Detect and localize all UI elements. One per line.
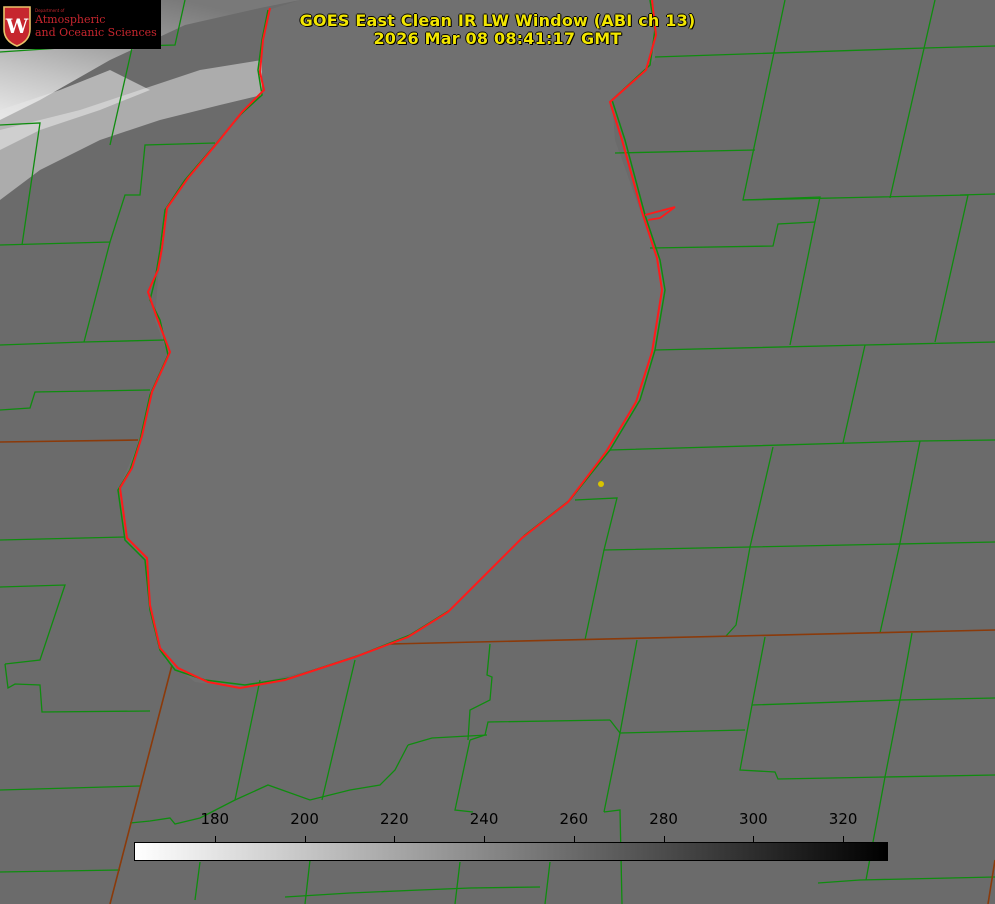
colorbar-tick-label: 300 bbox=[739, 810, 768, 828]
colorbar-tick-label: 180 bbox=[200, 810, 230, 828]
colorbar-tick-mark bbox=[573, 836, 575, 842]
colorbar-tick-label: 280 bbox=[649, 810, 678, 828]
colorbar-tick-mark bbox=[484, 836, 486, 842]
satellite-image-viewer: W Department of Atmospheric and Oceanic … bbox=[0, 0, 995, 904]
image-title: GOES East Clean IR LW Window (ABI ch 13) bbox=[299, 11, 696, 30]
colorbar-tick-label: 200 bbox=[290, 810, 319, 828]
colorbar-tick-label: 260 bbox=[559, 810, 589, 828]
colorbar-tick-mark bbox=[843, 836, 845, 842]
colorbar-tick-label: 240 bbox=[469, 810, 499, 828]
colorbar-tick-label: 320 bbox=[828, 810, 858, 828]
colorbar-tick-mark bbox=[663, 836, 665, 842]
colorbar-tick-mark bbox=[214, 836, 216, 842]
colorbar: 180 200 220 240 260 280 300 320 bbox=[134, 810, 888, 862]
colorbar-gradient bbox=[134, 842, 888, 861]
colorbar-tick-mark bbox=[753, 836, 755, 842]
satellite-map bbox=[0, 0, 995, 904]
colorbar-tick-mark bbox=[304, 836, 306, 842]
colorbar-tick-label: 220 bbox=[379, 810, 409, 828]
colorbar-tick-mark bbox=[394, 836, 396, 842]
image-timestamp: 2026 Mar 08 08:41:17 GMT bbox=[373, 29, 622, 48]
city-marker bbox=[598, 481, 604, 487]
